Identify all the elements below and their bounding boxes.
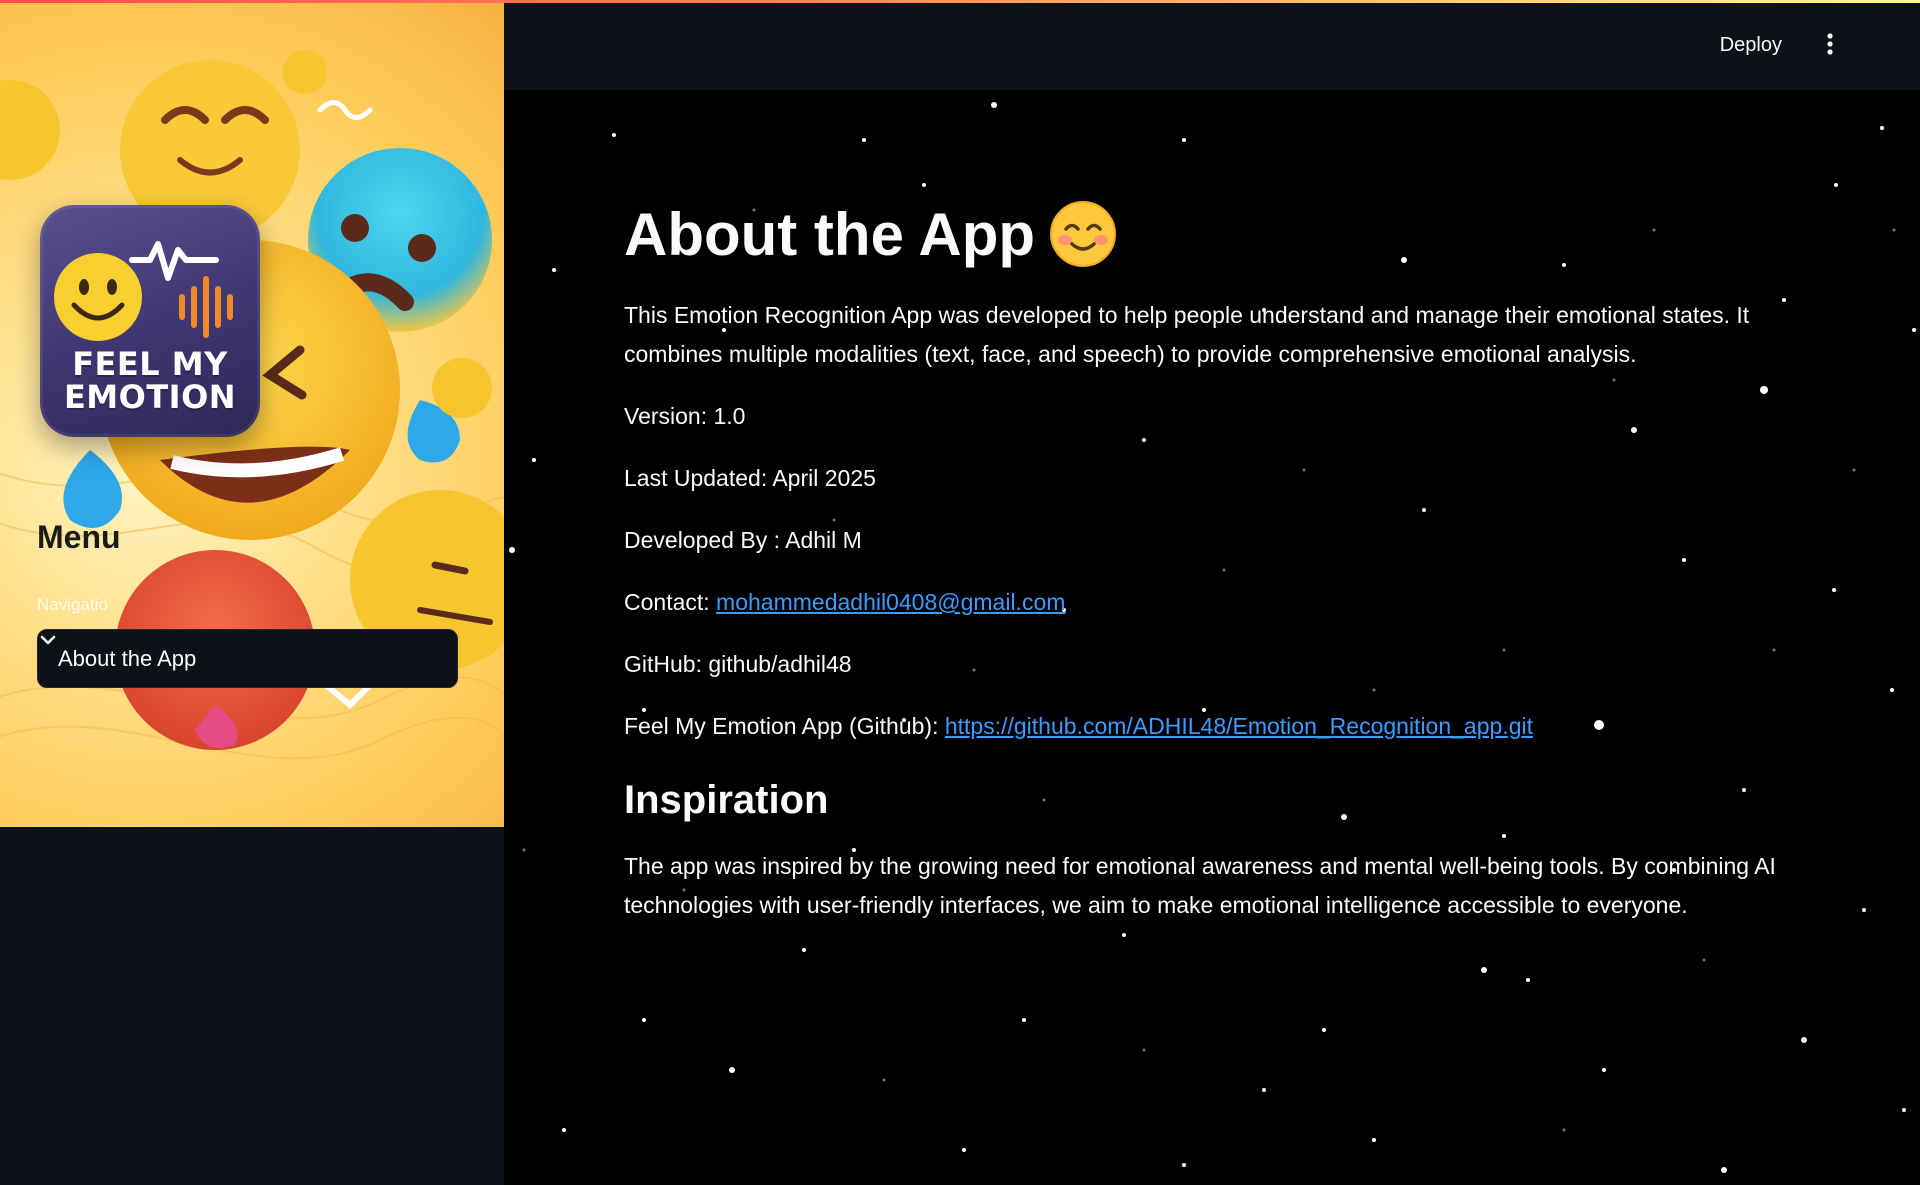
smiley-icon <box>54 253 142 341</box>
version-text: Version: 1.0 <box>624 403 746 429</box>
developed-by-text: Developed By : Adhil M <box>624 527 862 553</box>
intro-paragraph: This Emotion Recognition App was develop… <box>624 302 1750 367</box>
deploy-button[interactable]: Deploy <box>1706 25 1796 65</box>
github-text: GitHub: github/adhil48 <box>624 651 852 677</box>
logo-text-line1: FEEL MY <box>72 345 228 383</box>
contact-email-link[interactable]: mohammedadhil0408@gmail.com <box>716 589 1065 615</box>
sidebar-emoji-background: FEEL MY EMOTION Menu Navigatio About the… <box>0 0 504 827</box>
kebab-menu-icon[interactable] <box>1818 30 1842 58</box>
app-repo-link[interactable]: https://github.com/ADHIL48/Emotion_Recog… <box>945 713 1533 739</box>
top-decoration-stripe <box>0 0 1920 3</box>
app-repo-label: Feel My Emotion App (Github): <box>624 713 945 739</box>
navigation-label: Navigatio <box>37 595 108 614</box>
sidebar: FEEL MY EMOTION Menu Navigatio About the… <box>0 0 504 1185</box>
chevron-down-icon <box>40 635 56 645</box>
page-title-text: About the App <box>624 200 1036 268</box>
inspiration-paragraph: The app was inspired by the growing need… <box>624 853 1776 918</box>
navigation-select-value: About the App <box>58 645 197 671</box>
last-updated-text: Last Updated: April 2025 <box>624 465 876 491</box>
contact-label: Contact: <box>624 589 717 615</box>
app-logo: FEEL MY EMOTION <box>40 205 260 437</box>
top-header: Deploy <box>504 3 1920 90</box>
main-content-area: About the App This Emotion Recognition A… <box>504 90 1920 1185</box>
page-title: About the App <box>624 195 1784 273</box>
menu-heading: Menu <box>37 519 121 555</box>
smiling-face-with-smiling-eyes-icon <box>1050 201 1117 267</box>
inspiration-heading: Inspiration <box>624 778 829 822</box>
about-content: About the App This Emotion Recognition A… <box>624 195 1784 925</box>
logo-text-line2: EMOTION <box>63 378 237 416</box>
navigation-select[interactable]: About the App <box>37 629 458 688</box>
contact-line: Contact: mohammedadhil0408@gmail.com <box>624 583 1784 622</box>
app-repo-line: Feel My Emotion App (Github): https://gi… <box>624 707 1784 746</box>
